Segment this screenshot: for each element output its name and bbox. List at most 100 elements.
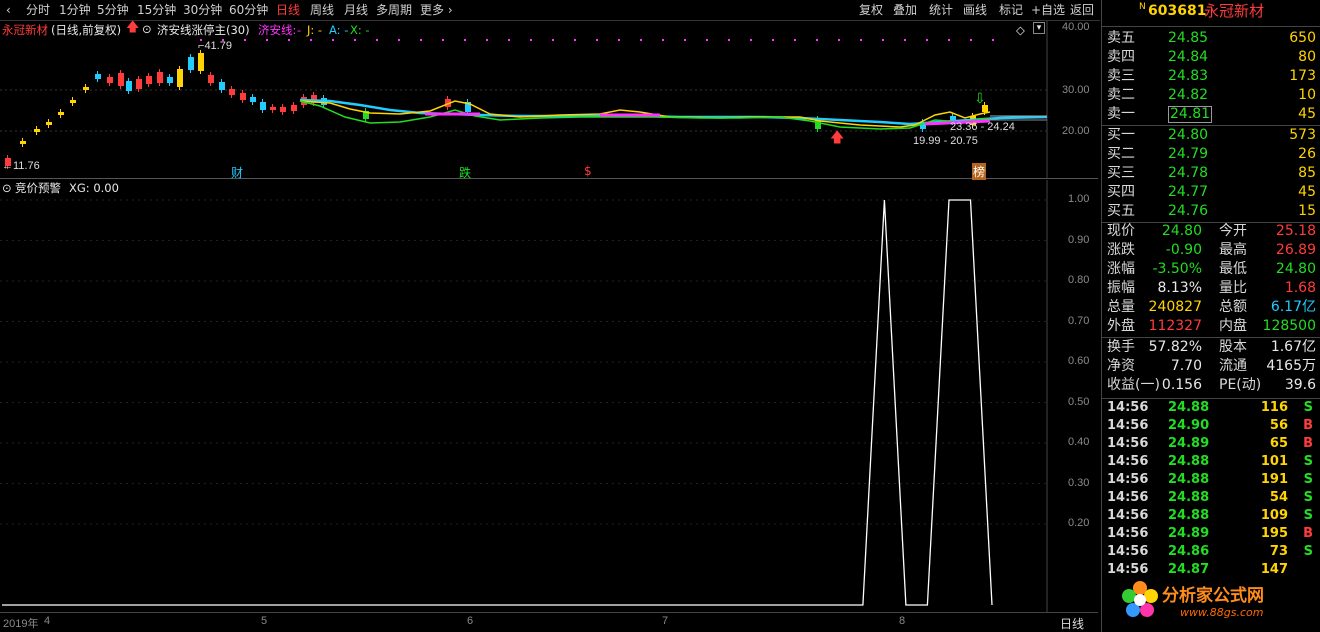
tab-period-5min[interactable]: 5分钟 [97, 3, 129, 18]
signal-dot [948, 39, 950, 41]
marker-die[interactable]: 跌 [459, 164, 471, 181]
sub-tick-8: 0.20 [1068, 517, 1090, 529]
tab-period-weekly[interactable]: 周线 [310, 3, 334, 18]
sell-level-label: 卖一 [1107, 106, 1135, 122]
tick-row[interactable]: 14:56 24.88 101 S [1102, 453, 1320, 471]
buy-row: 买四 24.77 45 [1102, 183, 1320, 202]
tick-volume: 195 [1260, 526, 1288, 541]
sub-tick-0: 1.00 [1068, 193, 1090, 205]
fund-label: PE(动) [1219, 377, 1262, 393]
stat-label: 总量 [1107, 299, 1135, 315]
candle-body [146, 76, 152, 84]
back-arrow-icon[interactable]: ‹ [6, 3, 11, 18]
buy-volume: 85 [1298, 165, 1316, 181]
signal-dot [706, 39, 708, 41]
tab-period-daily[interactable]: 日线 [276, 3, 300, 18]
marker-dollar[interactable]: $ [584, 164, 592, 178]
fund-value: 4165万 [1266, 358, 1316, 374]
stat-label: 今开 [1219, 223, 1247, 239]
candle-body [229, 89, 235, 95]
tick-side: S [1303, 490, 1313, 505]
tab-period-1min[interactable]: 1分钟 [59, 3, 91, 18]
watermark-logo: 分析家公式网 www.88gs.com [1120, 576, 1320, 628]
tick-price: 24.88 [1168, 400, 1210, 415]
tick-side: S [1303, 472, 1313, 487]
tab-period-30min[interactable]: 30分钟 [183, 3, 222, 18]
fund-value: 39.6 [1284, 377, 1316, 393]
candle-body [118, 73, 124, 86]
tab-period-multi[interactable]: 多周期 [376, 3, 412, 18]
stat-value: 24.80 [1275, 261, 1316, 277]
buy-volume: 26 [1298, 146, 1316, 162]
candlestick-series [5, 50, 988, 169]
divider [1102, 26, 1320, 27]
signal-dot [838, 39, 840, 41]
tab-period-15min[interactable]: 15分钟 [137, 3, 176, 18]
stock-name-header: 永冠新材 [1204, 2, 1265, 20]
stat-value: 240827 [1148, 299, 1202, 315]
range-label-1: 23.36 - 24.24 [950, 121, 1015, 133]
date-label-7: 7 [662, 615, 669, 627]
tick-volume: 109 [1260, 508, 1288, 523]
tick-price: 24.90 [1168, 418, 1210, 433]
candle-body [136, 79, 142, 89]
marker-cai[interactable]: 财 [231, 164, 243, 181]
add-watchlist-button[interactable]: +自选 [1031, 3, 1065, 18]
candle-body [208, 75, 214, 83]
signal-dot [860, 39, 862, 41]
candle-body [95, 74, 101, 79]
stat-label: 振幅 [1107, 280, 1135, 296]
stats-button[interactable]: 统计 [929, 3, 953, 18]
tick-row[interactable]: 14:56 24.89 195 B [1102, 525, 1320, 543]
tick-time: 14:56 [1107, 436, 1149, 451]
tick-row[interactable]: 14:56 24.90 56 B [1102, 417, 1320, 435]
period-toolbar: ‹ 分时 1分钟 5分钟 15分钟 30分钟 60分钟 日线 周线 月线 多周期… [0, 0, 1100, 21]
signal-dot [442, 39, 444, 41]
tick-row[interactable]: 14:56 24.86 73 S [1102, 543, 1320, 561]
signal-dot [816, 39, 818, 41]
sell-level-label: 卖四 [1107, 49, 1135, 65]
overlay-button[interactable]: 叠加 [893, 3, 917, 18]
tick-price: 24.88 [1168, 490, 1210, 505]
tick-row[interactable]: 14:56 24.88 54 S [1102, 489, 1320, 507]
tab-period-fenshi[interactable]: 分时 [26, 3, 50, 18]
mark-button[interactable]: 标记 [999, 3, 1023, 18]
tab-period-more[interactable]: 更多 › [420, 3, 453, 18]
candle-body [260, 102, 266, 110]
stat-value: 26.89 [1275, 242, 1316, 258]
fund-value: 0.156 [1161, 377, 1202, 393]
draw-line-button[interactable]: 画线 [963, 3, 987, 18]
tab-period-monthly[interactable]: 月线 [344, 3, 368, 18]
signal-dots-row [200, 39, 994, 41]
stat-label: 涨跌 [1107, 242, 1135, 258]
stat-label: 涨幅 [1107, 261, 1135, 277]
tick-row[interactable]: 14:56 24.88 191 S [1102, 471, 1320, 489]
stat-row: 涨跌 -0.90 最高 26.89 [1102, 241, 1320, 260]
fund-label: 净资 [1107, 358, 1135, 374]
candle-body [46, 122, 52, 125]
buy-price: 24.77 [1168, 184, 1209, 200]
red-up-arrow-icon: 🡅 [830, 130, 845, 146]
tick-row[interactable]: 14:56 24.88 116 S [1102, 399, 1320, 417]
tab-period-60min[interactable]: 60分钟 [229, 3, 268, 18]
fundamental-row: 净资 7.70 流通 4165万 [1102, 357, 1320, 376]
signal-dot [926, 39, 928, 41]
kline-chart[interactable] [0, 21, 1098, 179]
fund-value: 57.82% [1148, 339, 1202, 355]
sell-price: 24.81 [1168, 106, 1213, 123]
buy-row: 买一 24.80 573 [1102, 126, 1320, 145]
signal-dot [508, 39, 510, 41]
buy-row: 买二 24.79 26 [1102, 145, 1320, 164]
tick-row[interactable]: 14:56 24.89 65 B [1102, 435, 1320, 453]
flower-logo-icon [1122, 581, 1158, 617]
stat-row: 现价 24.80 今开 25.18 [1102, 222, 1320, 241]
signal-dot [530, 39, 532, 41]
signal-dot [310, 39, 312, 41]
marker-bang[interactable]: 榜 [972, 163, 987, 180]
sell-level-label: 卖三 [1107, 68, 1135, 84]
fuquan-button[interactable]: 复权 [859, 3, 883, 18]
back-button[interactable]: 返回 [1070, 3, 1094, 18]
xg-indicator-chart[interactable] [0, 180, 1098, 613]
tick-row[interactable]: 14:56 24.88 109 S [1102, 507, 1320, 525]
low-price-label: ←11.76 [2, 160, 40, 172]
